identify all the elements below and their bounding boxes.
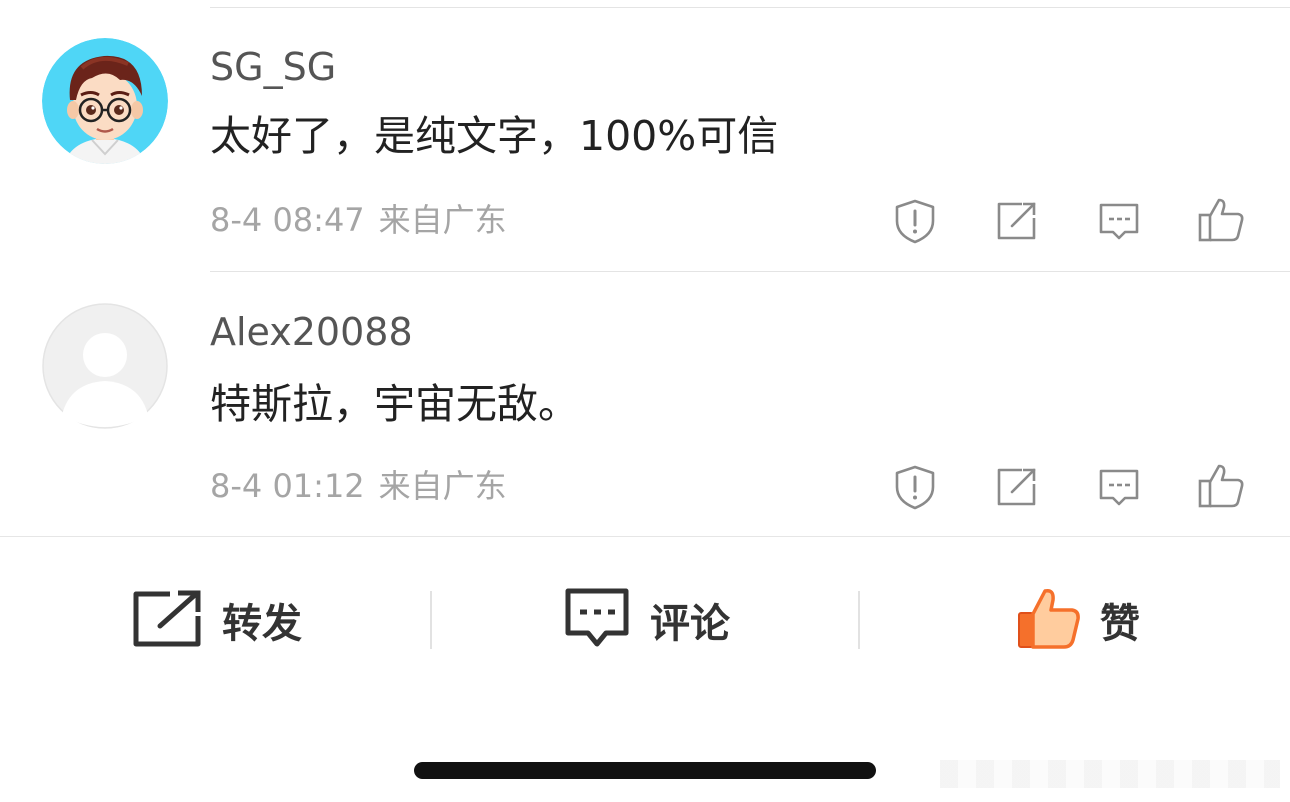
comment-meta: 8-4 08:47 来自广东 — [210, 204, 507, 236]
comment-label: 评论 — [650, 601, 730, 647]
report-icon[interactable] — [890, 196, 940, 246]
comment-location: 来自广东 — [378, 467, 507, 505]
share-icon[interactable] — [992, 196, 1042, 246]
avatar[interactable] — [42, 303, 168, 429]
comment-button[interactable]: 评论 — [564, 585, 730, 655]
comment-location: 来自广东 — [378, 201, 507, 239]
like-icon[interactable] — [1196, 194, 1246, 244]
repost-label: 转发 — [222, 601, 302, 647]
reply-icon[interactable] — [1094, 196, 1144, 246]
like-icon[interactable] — [1196, 460, 1246, 510]
comment-icon — [564, 587, 630, 653]
comment-text: 特斯拉，宇宙无敌。 — [210, 380, 579, 428]
report-icon[interactable] — [890, 462, 940, 512]
faded-overlay — [940, 760, 1280, 788]
comments-page: SG_SG 太好了，是纯文字，100%可信 8-4 08:47 来自广东 Ale… — [0, 0, 1290, 802]
bottom-action-bar: 转发 评论 赞 — [0, 537, 1290, 707]
reply-icon[interactable] — [1094, 462, 1144, 512]
avatar[interactable] — [42, 38, 168, 164]
like-label: 赞 — [1100, 601, 1140, 647]
bar-separator — [430, 591, 432, 649]
comment-divider — [210, 271, 1290, 272]
repost-button[interactable]: 转发 — [132, 585, 302, 655]
liked-thumb-icon — [1016, 585, 1082, 655]
share-icon[interactable] — [992, 462, 1042, 512]
comment-text: 太好了，是纯文字，100%可信 — [210, 112, 779, 160]
like-button[interactable]: 赞 — [1016, 585, 1140, 655]
comment-time: 8-4 01:12 — [210, 467, 365, 505]
bar-separator — [858, 591, 860, 649]
comment-username[interactable]: SG_SG — [210, 48, 336, 86]
comment-username[interactable]: Alex20088 — [210, 313, 413, 351]
home-indicator[interactable] — [414, 762, 876, 779]
top-divider — [210, 7, 1290, 8]
comment-time: 8-4 08:47 — [210, 201, 365, 239]
comment-meta: 8-4 01:12 来自广东 — [210, 470, 507, 502]
repost-icon — [132, 588, 202, 652]
